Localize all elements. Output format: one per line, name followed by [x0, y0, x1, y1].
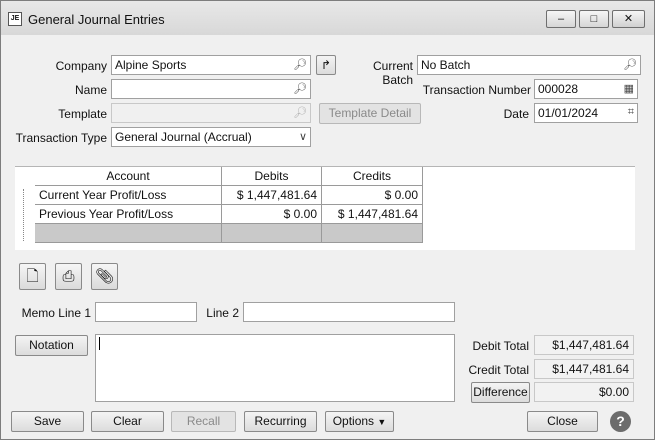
delete-row-icon[interactable]: 🗋	[19, 263, 46, 290]
memo-line1-label: Memo Line 1	[21, 306, 91, 320]
transaction-type-value: General Journal (Accrual)	[115, 130, 252, 144]
date-label: Date	[503, 107, 529, 121]
transaction-number-label: Transaction Number	[422, 83, 531, 97]
name-label: Name	[74, 83, 107, 97]
template-label: Template	[58, 107, 107, 121]
current-batch-field[interactable]: No Batch 🔎︎	[417, 55, 641, 75]
name-field[interactable]: 🔎︎	[111, 79, 311, 99]
save-button[interactable]: Save	[11, 411, 84, 432]
notation-textarea[interactable]	[95, 334, 455, 402]
company-value: Alpine Sports	[115, 58, 187, 72]
search-icon[interactable]: 🔎︎	[623, 58, 637, 71]
column-header-credits[interactable]: Credits	[322, 167, 423, 186]
credit-total-value: $1,447,481.64	[534, 359, 634, 379]
table-row-debits[interactable]: $ 0.00	[222, 205, 322, 224]
recurring-button[interactable]: Recurring	[244, 411, 317, 432]
row-indicator	[23, 189, 24, 241]
table-row-credits[interactable]: $ 0.00	[322, 186, 423, 205]
company-label: Company	[55, 59, 107, 73]
clear-button[interactable]: Clear	[91, 411, 164, 432]
transaction-number-field[interactable]: 000028 ▦	[534, 79, 638, 99]
new-row-debits[interactable]	[222, 224, 322, 243]
difference-value: $0.00	[534, 382, 634, 402]
close-button[interactable]: Close	[527, 411, 598, 432]
notation-button[interactable]: Notation	[15, 335, 88, 356]
memo-line2-label: Line 2	[206, 306, 239, 320]
current-batch-label: Current Batch	[372, 59, 413, 87]
title-bar: JE General Journal Entries – □ ✕	[1, 1, 654, 35]
template-detail-button[interactable]: Template Detail	[319, 103, 421, 124]
search-icon[interactable]: 🔎︎	[293, 82, 307, 95]
difference-button[interactable]: Difference	[471, 382, 530, 403]
company-field[interactable]: Alpine Sports 🔎︎	[111, 55, 311, 75]
journal-grid: Account Debits Credits Current Year Prof…	[15, 166, 635, 250]
text-cursor	[99, 337, 100, 350]
journal-window: JE General Journal Entries – □ ✕ Company…	[0, 0, 655, 440]
column-header-account[interactable]: Account	[35, 167, 222, 186]
credit-total-label: Credit Total	[468, 363, 529, 377]
redo-icon[interactable]: ↱	[316, 55, 336, 75]
search-icon[interactable]: 🔎︎	[293, 58, 307, 71]
transaction-type-label: Transaction Type	[15, 131, 107, 145]
minimize-button[interactable]: –	[546, 10, 576, 28]
table-row-debits[interactable]: $ 1,447,481.64	[222, 186, 322, 205]
search-icon[interactable]: 🔎︎	[293, 106, 307, 119]
chevron-down-icon[interactable]: ∨	[299, 130, 307, 143]
debit-total-value: $1,447,481.64	[534, 335, 634, 355]
transaction-number-value: 000028	[538, 82, 579, 96]
recall-button[interactable]: Recall	[171, 411, 236, 432]
options-label: Options	[332, 414, 375, 428]
column-header-debits[interactable]: Debits	[222, 167, 322, 186]
date-value: 01/01/2024	[538, 106, 599, 120]
current-batch-value: No Batch	[421, 58, 471, 72]
calendar-icon[interactable]: ⌗	[628, 106, 634, 119]
table-row-account[interactable]: Current Year Profit/Loss	[35, 186, 222, 205]
memo-line1-input[interactable]	[95, 302, 197, 322]
journal-app-icon: JE	[8, 12, 22, 26]
new-row-account[interactable]	[35, 224, 222, 243]
attachment-icon[interactable]: 📎︎	[91, 263, 118, 290]
print-icon[interactable]: ⎙	[55, 263, 82, 290]
window-title: General Journal Entries	[28, 12, 165, 27]
table-row-account[interactable]: Previous Year Profit/Loss	[35, 205, 222, 224]
maximize-button[interactable]: □	[579, 10, 609, 28]
options-button[interactable]: Options ▼	[325, 411, 394, 432]
dropdown-arrow-icon: ▼	[377, 417, 387, 427]
help-icon[interactable]: ?	[610, 411, 631, 432]
debit-total-label: Debit Total	[472, 339, 529, 353]
calendar-icon[interactable]: ▦	[624, 82, 634, 95]
new-row-credits[interactable]	[322, 224, 423, 243]
table-row-credits[interactable]: $ 1,447,481.64	[322, 205, 423, 224]
transaction-type-select[interactable]: General Journal (Accrual) ∨	[111, 127, 311, 147]
close-window-button[interactable]: ✕	[612, 10, 645, 28]
memo-line2-input[interactable]	[243, 302, 455, 322]
template-field[interactable]: 🔎︎	[111, 103, 311, 123]
date-field[interactable]: 01/01/2024 ⌗	[534, 103, 638, 123]
